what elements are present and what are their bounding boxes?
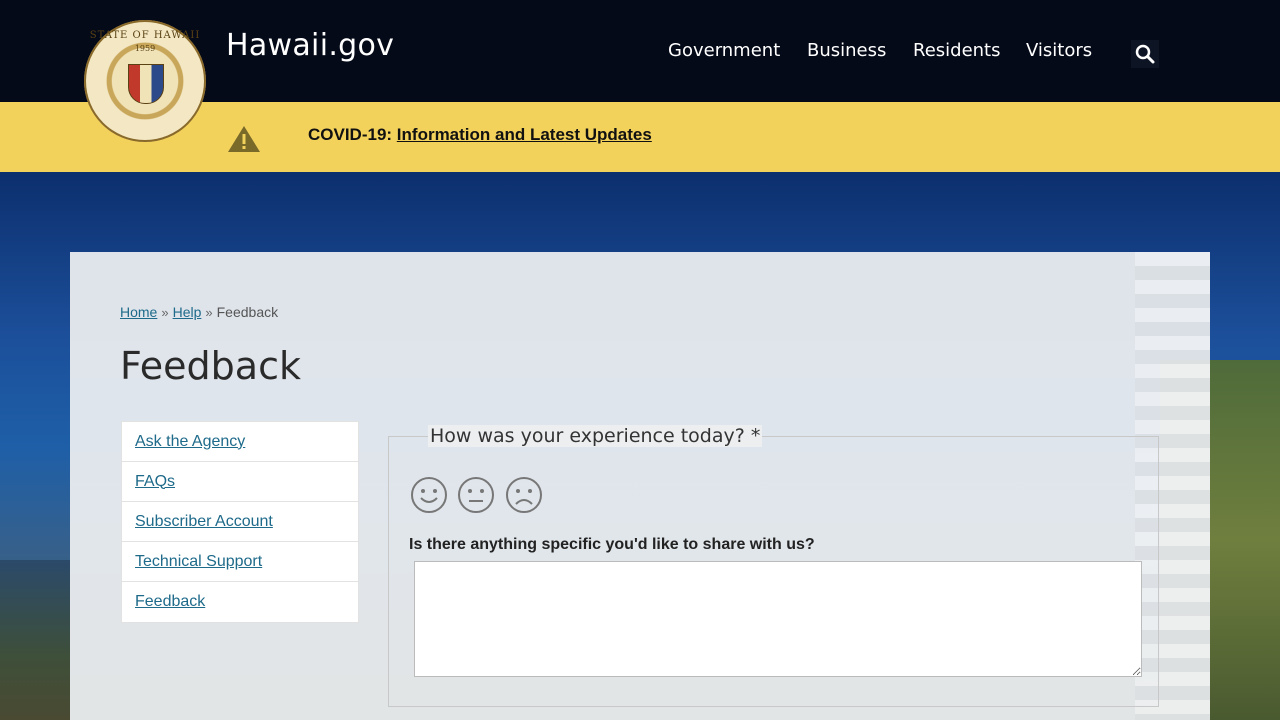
sidenav-item-ask-agency: Ask the Agency xyxy=(122,422,358,462)
nav-visitors[interactable]: Visitors xyxy=(1026,40,1092,61)
nav-business[interactable]: Business xyxy=(807,40,886,61)
site-title-link[interactable]: Hawaii.gov xyxy=(226,28,394,63)
comment-textarea[interactable] xyxy=(414,561,1142,677)
seal-shield-icon xyxy=(128,64,164,104)
happy-face-icon[interactable] xyxy=(410,476,448,514)
nav-residents[interactable]: Residents xyxy=(913,40,1001,61)
sad-face-icon[interactable] xyxy=(505,476,543,514)
sidenav-link-faqs[interactable]: FAQs xyxy=(135,473,175,491)
breadcrumb-home[interactable]: Home xyxy=(120,304,157,320)
search-button[interactable] xyxy=(1131,40,1159,68)
sidenav-link-feedback[interactable]: Feedback xyxy=(135,593,205,611)
breadcrumb-help[interactable]: Help xyxy=(173,304,202,320)
alert-link[interactable]: Information and Latest Updates xyxy=(397,125,652,144)
hero-landscape-left xyxy=(0,560,70,720)
search-icon xyxy=(1135,44,1155,64)
sidenav-link-ask-agency[interactable]: Ask the Agency xyxy=(135,433,245,451)
seal-text: STATE OF HAWAII xyxy=(89,30,201,41)
comment-label: Is there anything specific you'd like to… xyxy=(409,536,815,553)
alert-prefix: COVID-19: xyxy=(308,125,397,144)
side-navigation: Ask the Agency FAQs Subscriber Account T… xyxy=(121,421,359,623)
sidenav-item-technical-support: Technical Support xyxy=(122,542,358,582)
breadcrumb: Home» Help» Feedback xyxy=(120,304,278,320)
experience-legend: How was your experience today? * xyxy=(428,425,763,447)
sidenav-link-technical-support[interactable]: Technical Support xyxy=(135,553,262,571)
seal-year: 1959 xyxy=(134,44,156,53)
sidenav-item-subscriber: Subscriber Account xyxy=(122,502,358,542)
state-seal-logo[interactable]: STATE OF HAWAII 1959 xyxy=(84,20,206,142)
nav-government[interactable]: Government xyxy=(668,40,780,61)
warning-icon xyxy=(228,126,260,152)
chevron-right-icon: » xyxy=(161,305,169,320)
alert-message: COVID-19: Information and Latest Updates xyxy=(308,125,652,145)
page-title: Feedback xyxy=(120,344,301,388)
chevron-right-icon: » xyxy=(205,305,213,320)
neutral-face-icon[interactable] xyxy=(457,476,495,514)
sidenav-item-feedback: Feedback xyxy=(122,582,358,622)
breadcrumb-current: Feedback xyxy=(216,304,279,320)
sidenav-link-subscriber[interactable]: Subscriber Account xyxy=(135,513,273,531)
sidenav-item-faqs: FAQs xyxy=(122,462,358,502)
